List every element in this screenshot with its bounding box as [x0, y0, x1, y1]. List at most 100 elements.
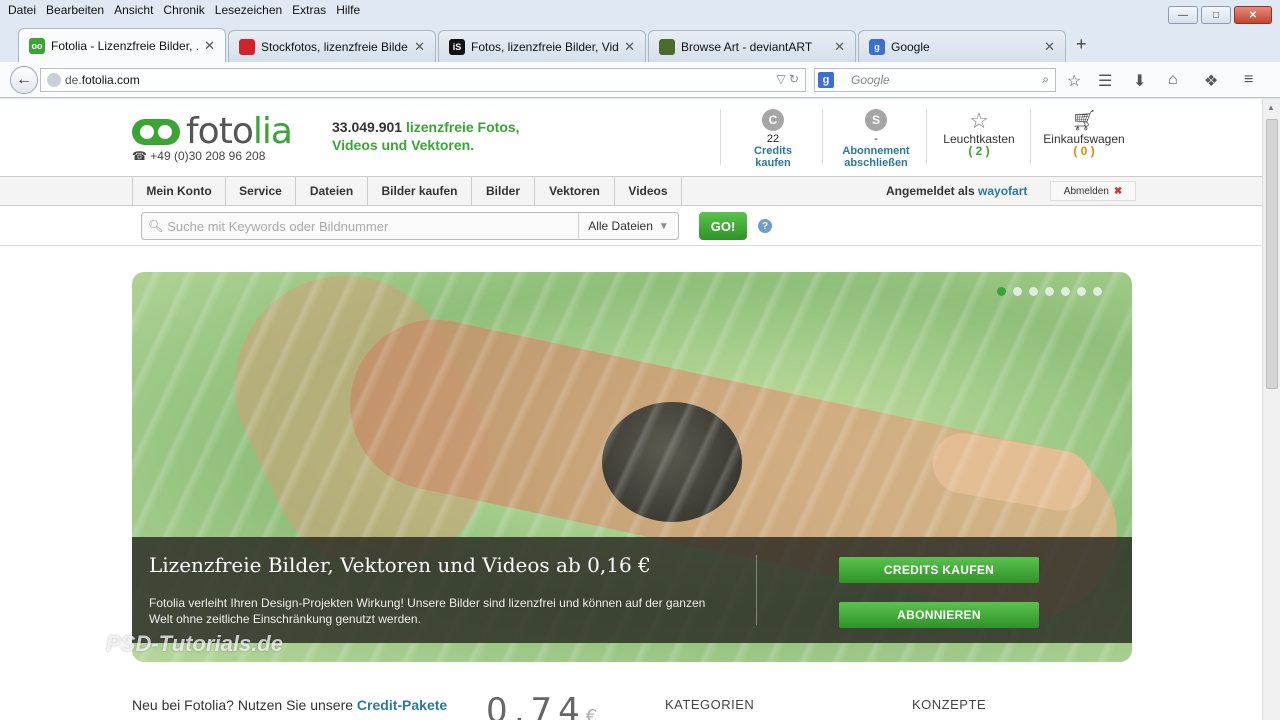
- go-search-button[interactable]: GO!: [699, 212, 747, 240]
- credits-line2: kaufen: [755, 157, 791, 169]
- nav-mein-konto[interactable]: Mein Konto: [132, 177, 226, 205]
- slide-dot[interactable]: [1061, 287, 1070, 296]
- logged-in-info: Angemeldet als wayofart: [886, 184, 1027, 198]
- page-scrollbar[interactable]: ▲: [1262, 99, 1280, 720]
- lightbox-star-icon: ☆: [969, 108, 989, 133]
- bookmarks-list-icon[interactable]: ☰: [1098, 71, 1112, 91]
- nav-vektoren[interactable]: Vektoren: [535, 177, 615, 205]
- subscription-widget[interactable]: S - Abonnement abschließen: [834, 109, 918, 169]
- download-icon[interactable]: ⬇: [1133, 71, 1146, 91]
- back-arrow-icon[interactable]: ←: [10, 66, 38, 94]
- subscribe-button[interactable]: ABONNIEREN: [839, 602, 1039, 628]
- tab-close-icon[interactable]: ✕: [834, 39, 845, 55]
- bookmark-star-icon[interactable]: ☆: [1067, 71, 1081, 91]
- slide-dot[interactable]: [1077, 287, 1086, 296]
- tab-close-icon[interactable]: ✕: [204, 38, 215, 54]
- tab-close-icon[interactable]: ✕: [414, 39, 425, 55]
- tab-deviantart[interactable]: Browse Art - deviantART ✕: [648, 30, 856, 62]
- menu-bar: Datei Bearbeiten Ansicht Chronik Lesezei…: [0, 0, 1280, 20]
- url-bar[interactable]: de. fotolia.com ▽ ↻: [40, 68, 806, 92]
- slide-dot[interactable]: [1093, 287, 1102, 296]
- menu-hilfe[interactable]: Hilfe: [336, 3, 360, 17]
- chevron-down-icon: ▼: [658, 220, 669, 232]
- nav-service[interactable]: Service: [226, 177, 296, 205]
- logo-text-accent: lia: [252, 111, 293, 152]
- scroll-up-arrow-icon[interactable]: ▲: [1267, 103, 1275, 112]
- site-search-input[interactable]: Suche mit Keywords oder Bildnummer: [167, 219, 578, 234]
- slide-dot[interactable]: [1045, 287, 1054, 296]
- menu-datei[interactable]: Datei: [8, 3, 36, 17]
- menu-extras[interactable]: Extras: [292, 3, 326, 17]
- price-value: 0,74: [486, 691, 586, 720]
- tab-label: Browse Art - deviantART: [681, 39, 813, 54]
- search-magnifier-icon: 🔍︎: [148, 219, 164, 233]
- file-type-select[interactable]: Alle Dateien ▼: [578, 213, 678, 239]
- minimize-button[interactable]: ―: [1168, 6, 1198, 24]
- subscription-s-icon: S: [865, 109, 887, 131]
- stockfotos-favicon-icon: [239, 38, 255, 55]
- credit-packages-link[interactable]: Credit-Pakete: [357, 697, 447, 713]
- maximize-button[interactable]: □: [1201, 6, 1231, 24]
- tagline-line1: lizenzfreie Fotos,: [405, 119, 520, 135]
- logout-button[interactable]: Abmelden ✖: [1050, 181, 1136, 201]
- tab-google[interactable]: g Google ✕: [858, 30, 1066, 62]
- menu-ansicht[interactable]: Ansicht: [114, 3, 153, 17]
- price-currency: €: [585, 706, 604, 720]
- credits-widget[interactable]: C 22 Credits kaufen: [742, 109, 804, 169]
- hero-banner[interactable]: Lizenzfreie Bilder, Vektoren und Videos …: [132, 272, 1132, 662]
- slide-dot[interactable]: [997, 287, 1006, 296]
- logo-text: foto: [186, 111, 254, 152]
- tab-stockfotos[interactable]: Stockfotos, lizenzfreie Bilde... ✕: [228, 30, 436, 62]
- username-link[interactable]: wayofart: [978, 184, 1027, 198]
- subscription-count: -: [874, 133, 878, 145]
- browser-search-placeholder: Google: [851, 73, 890, 87]
- tab-istock[interactable]: iS Fotos, lizenzfreie Bilder, Vid... ✕: [438, 30, 646, 62]
- slide-dots: [997, 287, 1102, 296]
- subscription-line1: Abonnement: [842, 145, 910, 157]
- menu-bearbeiten[interactable]: Bearbeiten: [46, 3, 104, 17]
- subscription-line2: abschließen: [844, 157, 908, 169]
- menu-chronik[interactable]: Chronik: [163, 3, 204, 17]
- search-row: 🔍︎ Suche mit Keywords oder Bildnummer Al…: [0, 206, 1262, 246]
- new-tab-plus-icon[interactable]: +: [1076, 34, 1087, 55]
- window-controls: ― □ ✕: [1168, 6, 1272, 24]
- lightbox-count: ( 2 ): [968, 144, 990, 158]
- tab-fotolia[interactable]: oo Fotolia - Lizenzfreie Bilder, ... ✕: [18, 28, 226, 62]
- browser-search-input[interactable]: g Google ⌕: [814, 68, 1056, 92]
- tab-label: Stockfotos, lizenzfreie Bilde...: [261, 39, 409, 54]
- reload-icon[interactable]: ▽ ↻: [776, 72, 799, 86]
- header-divider: [926, 109, 927, 165]
- menu-lesezeichen[interactable]: Lesezeichen: [215, 3, 282, 17]
- tab-close-icon[interactable]: ✕: [1044, 39, 1055, 55]
- search-icon[interactable]: ⌕: [1042, 72, 1049, 87]
- header-divider: [822, 109, 823, 165]
- categories-heading: KATEGORIEN: [665, 697, 755, 712]
- nav-dateien[interactable]: Dateien: [296, 177, 368, 205]
- nav-bilder-kaufen[interactable]: Bilder kaufen: [368, 177, 472, 205]
- fotolia-logo[interactable]: fotolia: [132, 111, 293, 152]
- window-close-button[interactable]: ✕: [1234, 6, 1272, 24]
- help-question-icon[interactable]: ?: [758, 219, 772, 233]
- nav-videos[interactable]: Videos: [615, 177, 682, 205]
- close-x-icon: ✖: [1113, 185, 1123, 197]
- globe-icon: [47, 73, 61, 87]
- file-type-value: Alle Dateien: [588, 219, 653, 233]
- price-display: 0,74€: [486, 691, 603, 720]
- nav-bilder[interactable]: Bilder: [472, 177, 535, 205]
- istock-favicon-icon: iS: [449, 38, 465, 55]
- scrollbar-thumb[interactable]: [1266, 119, 1278, 389]
- shopping-cart-icon: 🛒︎: [1071, 110, 1097, 132]
- watermark-text: PSD-Tutorials.de: [106, 630, 283, 656]
- google-favicon-icon: g: [869, 38, 885, 55]
- google-engine-icon[interactable]: g: [818, 72, 834, 88]
- main-navigation: Mein Konto Service Dateien Bilder kaufen…: [0, 176, 1262, 206]
- tab-close-icon[interactable]: ✕: [624, 39, 635, 55]
- buy-credits-button[interactable]: CREDITS KAUFEN: [839, 557, 1039, 583]
- home-icon[interactable]: ⌂: [1168, 71, 1178, 89]
- hamburger-menu-icon[interactable]: ≡: [1244, 71, 1253, 89]
- addons-puzzle-icon[interactable]: ❖: [1204, 71, 1218, 91]
- slide-dot[interactable]: [1013, 287, 1022, 296]
- cart-widget[interactable]: 🛒︎ Einkaufswagen ( 0 ): [1036, 109, 1132, 157]
- slide-dot[interactable]: [1029, 287, 1038, 296]
- lightbox-widget[interactable]: ☆ Leuchtkasten ( 2 ): [936, 108, 1022, 158]
